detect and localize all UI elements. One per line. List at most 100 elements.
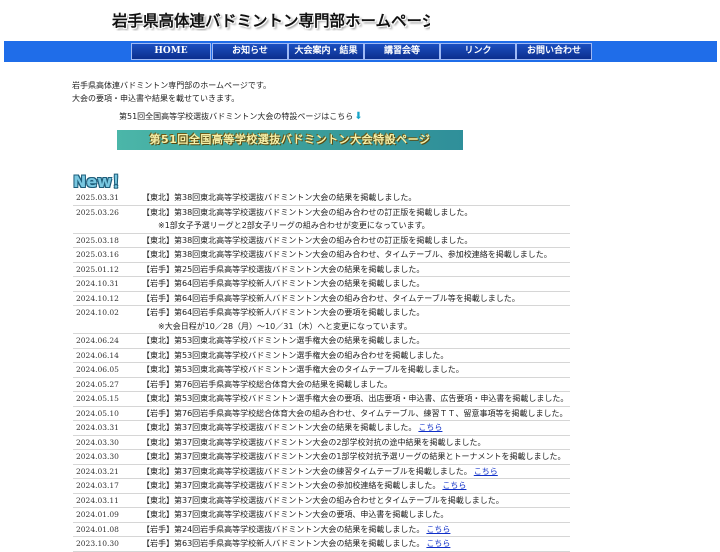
- news-text-wrap: 【東北】第37回東北高等学校選抜バドミントン大会の練習タイムテーブルを掲載しまし…: [142, 465, 570, 479]
- news-text-wrap: 【岩手】第25回岩手県高等学校選抜バドミントン大会の結果を掲載しました。: [142, 263, 570, 277]
- intro-line: 岩手県高体連バドミントン専門部のホームページです。: [72, 81, 272, 90]
- news-list: 2025.03.31 【東北】第38回東北高等学校選抜バドミントン大会の結果を掲載…: [73, 191, 570, 552]
- news-row: 2024.06.05 【東北】第53回東北高等学校バドミントン選手権大会のタイムテ…: [73, 363, 570, 378]
- news-row: 2024.06.14 【東北】第53回東北高等学校バドミントン選手権大会の組み合わ…: [73, 349, 570, 363]
- news-date: 2024.03.21: [76, 466, 119, 476]
- news-row: 2024.03.17 【東北】第37回東北高等学校選抜バドミントン大会の参加校連絡…: [73, 479, 570, 494]
- nav-tournaments[interactable]: 大会案内・結果: [288, 43, 364, 60]
- nav-contact[interactable]: お問い合わせ: [516, 43, 592, 60]
- news-row: 2024.05.10 【岩手】第76回岩手県高等学校総合体育大会の組み合わせ、タイ…: [73, 407, 570, 421]
- news-row: 2024.03.21 【東北】第37回東北高等学校選抜バドミントン大会の練習タイム…: [73, 465, 570, 479]
- news-date: 2023.10.30: [76, 539, 119, 548]
- news-date: 2024.03.11: [76, 495, 119, 505]
- news-text: 【東北】第37回東北高等学校選抜バドミントン大会の2部学校対抗の途中結果を掲載し…: [142, 437, 486, 447]
- news-text: 【東北】第37回東北高等学校選抜バドミントン大会の組み合わせとタイムテーブルを掲…: [142, 495, 504, 505]
- news-note: ※大会日程が10／28（月）〜10／31（木）へと変更になっています。: [158, 321, 412, 331]
- news-text: 【東北】第53回東北高等学校バドミントン選手権大会の組み合わせを掲載しました。: [142, 350, 449, 360]
- news-date: 2025.03.31: [76, 193, 119, 202]
- news-date: 2024.06.14: [76, 350, 119, 360]
- news-text: 【岩手】第76回岩手県高等学校総合体育大会の組み合わせ、タイムテーブル、練習ＴＴ…: [142, 408, 568, 418]
- news-link[interactable]: こちら: [418, 423, 442, 432]
- news-date: 2024.05.27: [76, 379, 119, 389]
- news-text: 【岩手】第64回岩手県高等学校新人バドミントン大会の結果を掲載しました。: [142, 279, 425, 288]
- news-text: 【東北】第38回東北高等学校選抜バドミントン大会の組み合わせ、タイムテーブル、参…: [142, 250, 552, 259]
- news-date: 2025.03.18: [76, 235, 119, 245]
- news-row: 2024.01.09 【東北】第37回東北高等学校選抜バドミントン大会の要項、申込…: [73, 508, 570, 523]
- news-row: 2025.01.12 【岩手】第25回岩手県高等学校選抜バドミントン大会の結果を掲…: [73, 263, 570, 277]
- news-date: 2024.10.31: [76, 279, 119, 288]
- news-text-wrap: 【東北】第53回東北高等学校バドミントン選手権大会の結果を掲載しました。: [142, 334, 570, 348]
- news-link[interactable]: こちら: [442, 481, 466, 490]
- news-text-wrap: 【東北】第37回東北高等学校選抜バドミントン大会の2部学校対抗の途中結果を掲載し…: [142, 436, 570, 450]
- news-row: 2025.03.31 【東北】第38回東北高等学校選抜バドミントン大会の結果を掲載…: [73, 191, 570, 206]
- news-row: 2024.05.27 【岩手】第76回岩手県高等学校総合体育大会の結果を掲載しまし…: [73, 378, 570, 392]
- news-date: 2024.03.30: [76, 452, 119, 461]
- news-text-wrap: 【岩手】第64回岩手県高等学校新人バドミントン大会の要項を掲載しました。: [142, 306, 570, 320]
- news-date: 2024.05.10: [76, 408, 119, 418]
- news-text-wrap: 【岩手】第76回岩手県高等学校総合体育大会の結果を掲載しました。: [142, 378, 570, 392]
- news-date: 2024.10.02: [76, 308, 119, 317]
- intro-line: 大会の要項・申込書や結果を載せていきます。: [72, 93, 240, 103]
- news-text-wrap: 【東北】第53回東北高等学校バドミントン選手権大会のタイムテーブルを掲載しました…: [142, 363, 570, 377]
- news-row: 2025.03.16 【東北】第38回東北高等学校選抜バドミントン大会の組み合わせ…: [73, 248, 570, 263]
- nav-home[interactable]: HOME: [131, 43, 211, 60]
- news-row: 2024.03.31 【東北】第37回東北高等学校選抜バドミントン大会の結果を掲載…: [73, 421, 570, 436]
- news-link[interactable]: こちら: [426, 539, 450, 548]
- news-text: 【東北】第53回東北高等学校バドミントン選手権大会の要項、出店要項・申込書、広告…: [142, 394, 569, 403]
- site-title: 岩手県高体連バドミントン専門部ホームページ: [112, 12, 430, 30]
- news-text-wrap: 【東北】第37回東北高等学校選抜バドミントン大会の組み合わせとタイムテーブルを掲…: [142, 494, 570, 508]
- special-page-notice: 第51回全国高等学校選抜バドミントン大会の特設ページはこちら⬇: [119, 111, 363, 122]
- news-text: 【東北】第38回東北高等学校選抜バドミントン大会の結果を掲載しました。: [142, 193, 417, 202]
- news-text-wrap: 【東北】第37回東北高等学校選抜バドミントン大会の1部学校対抗予選リーグの結果と…: [142, 450, 570, 464]
- news-text-wrap: 【岩手】第64回岩手県高等学校新人バドミントン大会の組み合わせ、タイムテーブル等…: [142, 292, 570, 306]
- news-date: 2025.01.12: [76, 264, 119, 274]
- news-text: 【東北】第37回東北高等学校選抜バドミントン大会の1部学校対抗予選リーグの結果と…: [142, 452, 566, 461]
- news-row: 2024.05.15 【東北】第53回東北高等学校バドミントン選手権大会の要項、出…: [73, 392, 570, 407]
- news-link[interactable]: こちら: [426, 525, 450, 534]
- news-date: 2024.03.31: [76, 423, 119, 432]
- news-row: 2024.10.31 【岩手】第64回岩手県高等学校新人バドミントン大会の結果を掲…: [73, 277, 570, 292]
- news-note: ※1部女子予選リーグと2部女子リーグの組み合わせが変更になっています。: [158, 221, 430, 230]
- news-date: 2024.10.12: [76, 293, 119, 303]
- news-date: 2024.06.05: [76, 365, 119, 374]
- news-text-wrap: 【岩手】第63回岩手県高等学校新人バドミントン大会の結果を掲載しました。 こちら: [142, 537, 570, 551]
- down-arrow-icon: ⬇: [354, 111, 363, 122]
- news-date: 2024.01.09: [76, 510, 119, 519]
- news-date: 2024.01.08: [76, 524, 119, 534]
- news-text-wrap: 【東北】第38回東北高等学校選抜バドミントン大会の結果を掲載しました。: [142, 191, 570, 205]
- news-text-wrap: 【岩手】第76回岩手県高等学校総合体育大会の組み合わせ、タイムテーブル、練習ＴＴ…: [142, 407, 570, 421]
- news-text: 【東北】第38回東北高等学校選抜バドミントン大会の組み合わせの訂正版を掲載しまし…: [142, 235, 473, 245]
- news-row: 2024.03.30 【東北】第37回東北高等学校選抜バドミントン大会の1部学校対…: [73, 450, 570, 465]
- nav-news[interactable]: お知らせ: [212, 43, 288, 60]
- news-row: 2024.01.08 【岩手】第24回岩手県高等学校選抜バドミントン大会の結果を掲…: [73, 523, 570, 537]
- news-text: 【岩手】第64回岩手県高等学校新人バドミントン大会の要項を掲載しました。: [142, 308, 425, 317]
- news-text-wrap: 【東北】第37回東北高等学校選抜バドミントン大会の参加校連絡を掲載しました。 こち…: [142, 479, 570, 493]
- news-text: 【東北】第53回東北高等学校バドミントン選手権大会のタイムテーブルを掲載しました…: [142, 365, 464, 374]
- news-text-wrap: 【東北】第38回東北高等学校選抜バドミントン大会の組み合わせの訂正版を掲載しまし…: [142, 206, 570, 220]
- news-date: 2024.03.17: [76, 481, 119, 490]
- news-text: 【東北】第37回東北高等学校選抜バドミントン大会の練習タイムテーブルを掲載しまし…: [142, 466, 472, 476]
- special-page-text: 第51回全国高等学校選抜バドミントン大会の特設ページはこちら: [119, 112, 354, 121]
- news-link[interactable]: こちら: [474, 467, 498, 476]
- news-text-wrap: 【東北】第37回東北高等学校選抜バドミントン大会の結果を掲載しました。 こちら: [142, 421, 570, 435]
- news-text-wrap: 【東北】第38回東北高等学校選抜バドミントン大会の組み合わせの訂正版を掲載しまし…: [142, 234, 570, 248]
- news-text: 【東北】第37回東北高等学校選抜バドミントン大会の参加校連絡を掲載しました。: [142, 481, 441, 490]
- news-text: 【岩手】第76回岩手県高等学校総合体育大会の結果を掲載しました。: [142, 379, 393, 389]
- main-navigation: HOME お知らせ 大会案内・結果 講習会等 リンク お問い合わせ: [4, 41, 717, 62]
- news-text: 【東北】第37回東北高等学校選抜バドミントン大会の要項、申込書を掲載しました。: [142, 510, 449, 519]
- news-text-wrap: 【岩手】第64回岩手県高等学校新人バドミントン大会の結果を掲載しました。: [142, 277, 570, 291]
- nav-seminars[interactable]: 講習会等: [364, 43, 440, 60]
- news-text-wrap: 【東北】第53回東北高等学校バドミントン選手権大会の要項、出店要項・申込書、広告…: [142, 392, 570, 406]
- news-text: 【東北】第37回東北高等学校選抜バドミントン大会の結果を掲載しました。: [142, 423, 417, 432]
- intro: 岩手県高体連バドミントン専門部のホームページです。 大会の要項・申込書や結果を載…: [72, 80, 271, 105]
- news-row: 2024.03.30 【東北】第37回東北高等学校選抜バドミントン大会の2部学校対…: [73, 436, 570, 450]
- news-text: 【岩手】第25回岩手県高等学校選抜バドミントン大会の結果を掲載しました。: [142, 264, 425, 274]
- nav-links[interactable]: リンク: [440, 43, 516, 60]
- news-row: 2024.03.11 【東北】第37回東北高等学校選抜バドミントン大会の組み合わせ…: [73, 494, 570, 508]
- news-row: 2024.06.24 【東北】第53回東北高等学校バドミントン選手権大会の結果を掲…: [73, 334, 570, 349]
- news-text: 【東北】第53回東北高等学校バドミントン選手権大会の結果を掲載しました。: [142, 336, 425, 345]
- news-text: 【岩手】第63回岩手県高等学校新人バドミントン大会の結果を掲載しました。: [142, 539, 425, 548]
- news-text-wrap: 【岩手】第24回岩手県高等学校選抜バドミントン大会の結果を掲載しました。 こちら: [142, 523, 570, 537]
- news-date: 2024.06.24: [76, 336, 119, 345]
- special-page-banner[interactable]: 第51回全国高等学校選抜バドミントン大会特設ページ: [117, 130, 463, 150]
